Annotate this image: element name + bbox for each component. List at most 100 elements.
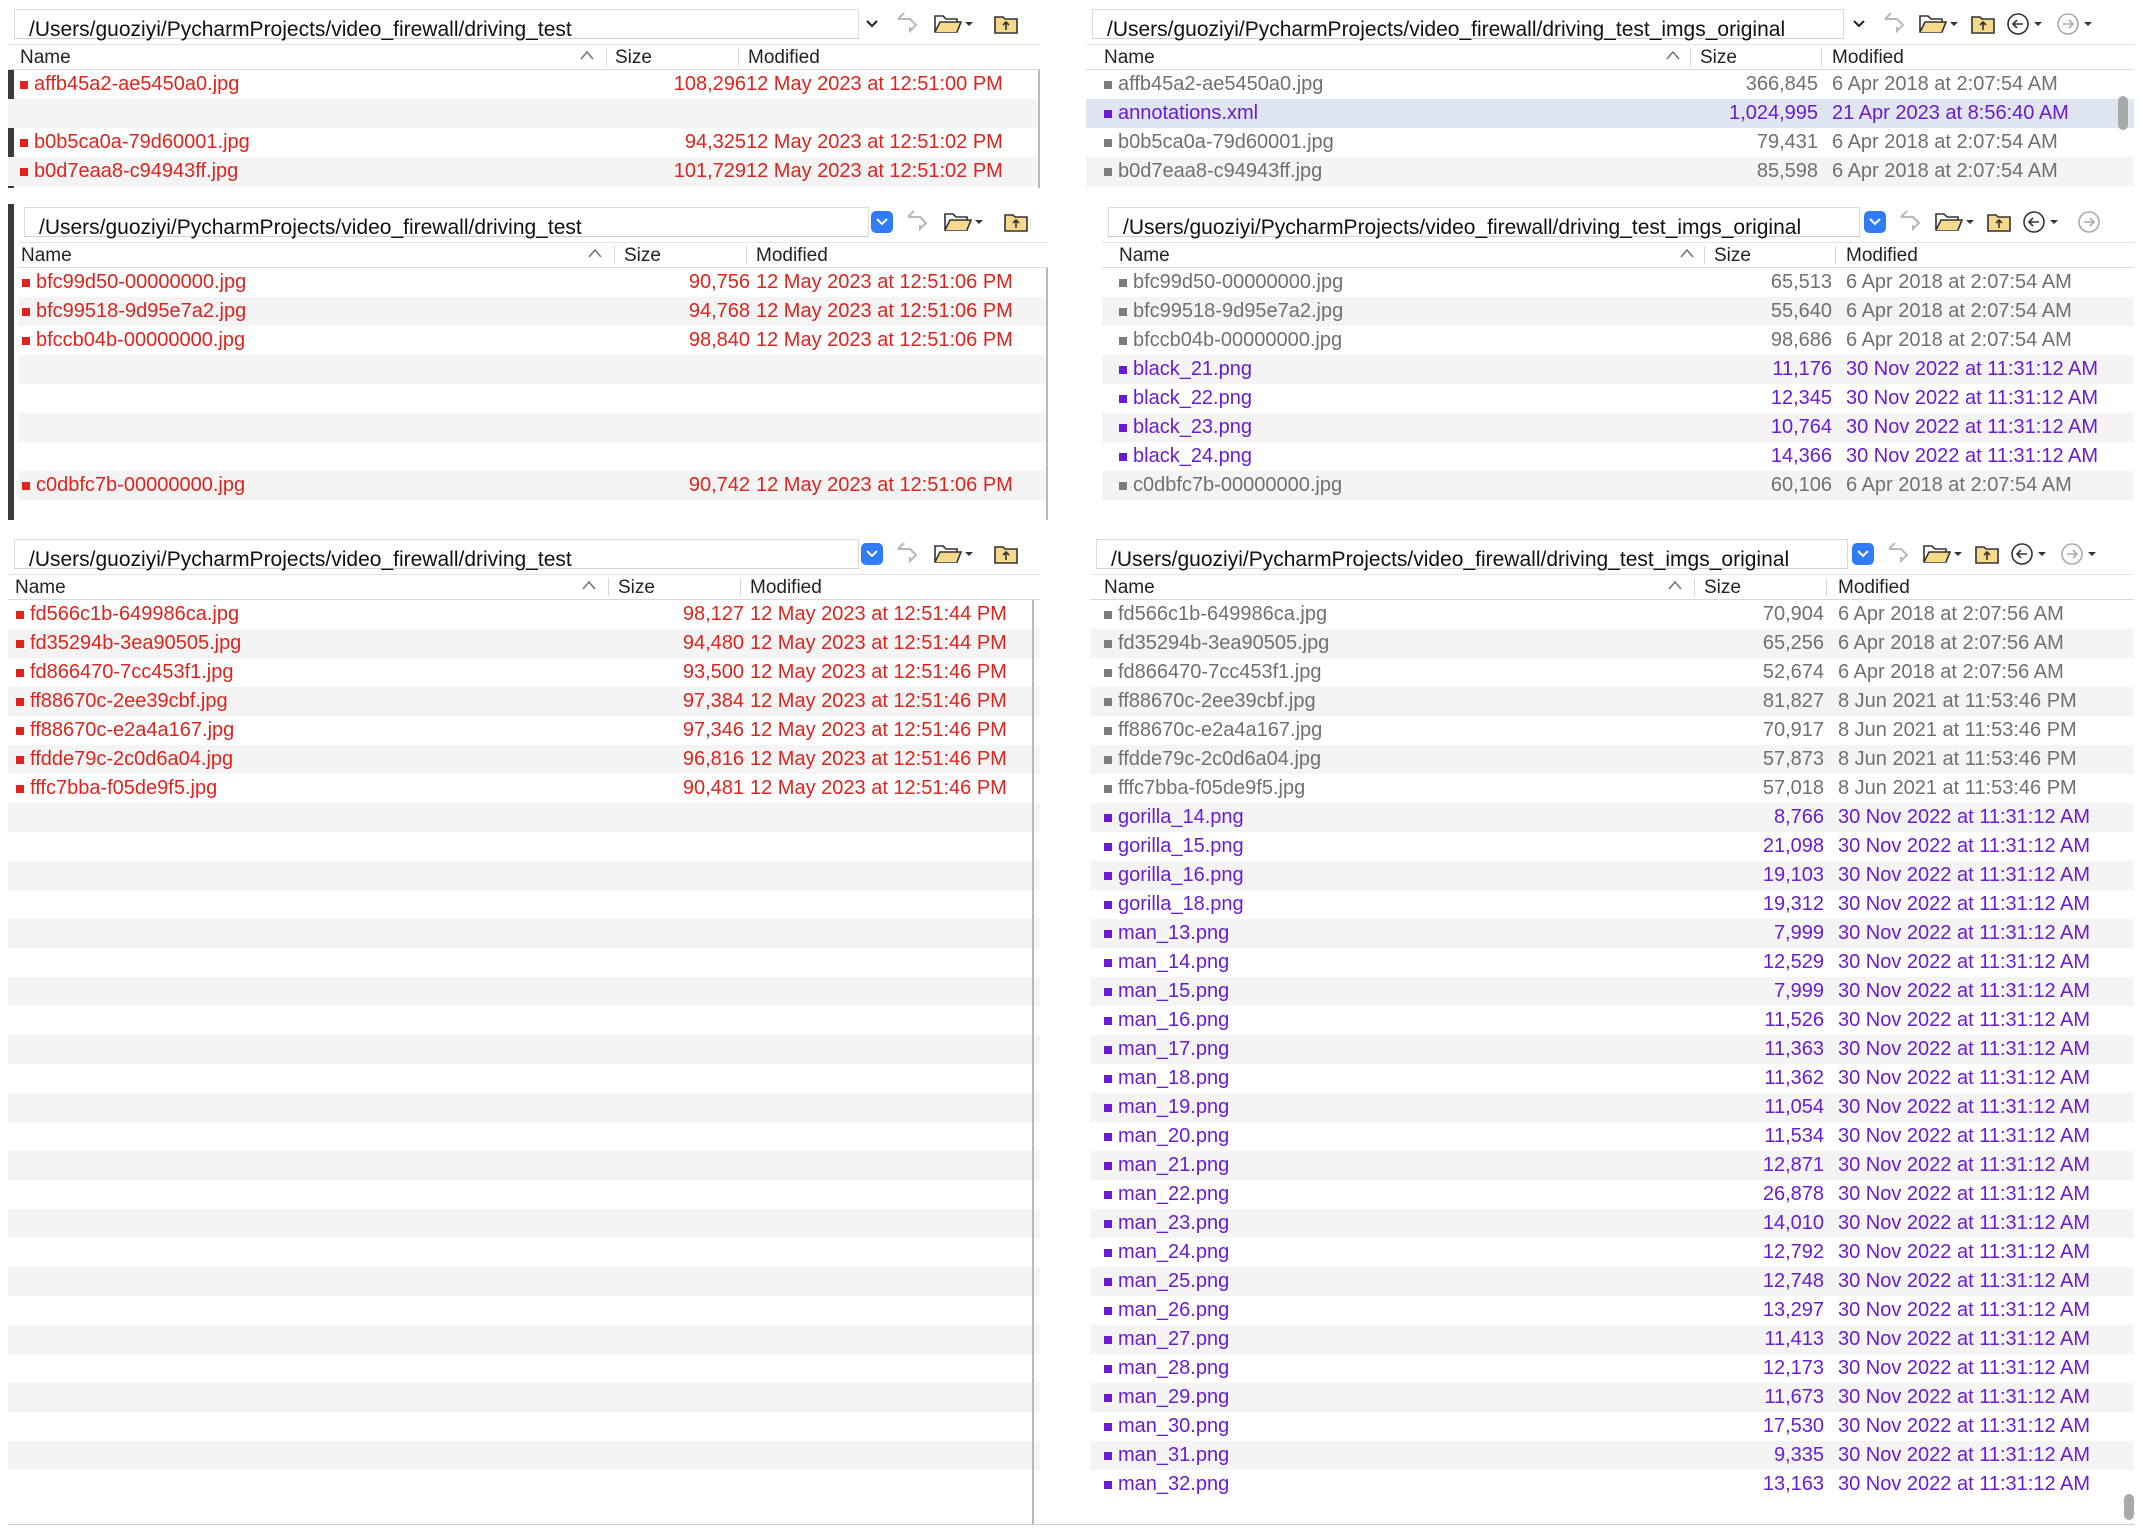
path-dropdown-button[interactable]	[861, 13, 883, 35]
file-row[interactable]: gorilla_18.png 19,312 30 Nov 2022 at 11:31…	[1090, 890, 2134, 919]
file-row[interactable]: bfc99518-9d95e7a2.jpg 94,768 12 May 2023 a…	[18, 297, 1048, 326]
column-name-header[interactable]: Name	[21, 245, 72, 267]
file-row[interactable]: black_22.png 12,345 30 Nov 2022 at 11:31:1…	[1102, 384, 2134, 413]
file-row[interactable]: black_21.png 11,176 30 Nov 2022 at 11:31:1…	[1102, 355, 2134, 384]
file-row[interactable]: fd35294b-3ea90505.jpg 94,480 12 May 2023 a…	[8, 629, 1040, 658]
file-row[interactable]: man_31.png 9,335 30 Nov 2022 at 11:31:12 A…	[1090, 1441, 2134, 1470]
file-row[interactable]: bfccb04b-00000000.jpg 98,840 12 May 2023 a…	[18, 326, 1048, 355]
path-dropdown-button[interactable]	[1864, 211, 1886, 233]
file-row[interactable]: fffc7bba-f05de9f5.jpg 57,018 8 Jun 2021 at…	[1090, 774, 2134, 803]
file-row[interactable]: fd866470-7cc453f1.jpg 52,674 6 Apr 2018 at…	[1090, 658, 2134, 687]
file-row[interactable]: ffdde79c-2c0d6a04.jpg 57,873 8 Jun 2021 at…	[1090, 745, 2134, 774]
column-size-header[interactable]: Size	[1700, 47, 1737, 69]
file-row[interactable]: man_24.png 12,792 30 Nov 2022 at 11:31:12 …	[1090, 1238, 2134, 1267]
file-row[interactable]: man_22.png 26,878 30 Nov 2022 at 11:31:12 …	[1090, 1180, 2134, 1209]
path-field[interactable]: /Users/guoziyi/PycharmProjects/video_fir…	[14, 539, 859, 571]
file-row[interactable]: man_14.png 12,529 30 Nov 2022 at 11:31:12 …	[1090, 948, 2134, 977]
column-name-header[interactable]: Name	[1104, 47, 1155, 69]
file-row[interactable]: man_19.png 11,054 30 Nov 2022 at 11:31:12 …	[1090, 1093, 2134, 1122]
open-folder-button[interactable]	[1918, 11, 1958, 37]
column-modified-header[interactable]: Modified	[748, 47, 820, 69]
column-name-header[interactable]: Name	[15, 577, 66, 599]
back-button[interactable]	[2022, 209, 2058, 235]
parent-folder-button[interactable]	[1974, 541, 2002, 567]
pane-divider[interactable]	[1038, 70, 1040, 188]
parent-folder-button[interactable]	[1970, 11, 1998, 37]
sync-arrow-button[interactable]	[1897, 209, 1925, 235]
file-row[interactable]: man_20.png 11,534 30 Nov 2022 at 11:31:12 …	[1090, 1122, 2134, 1151]
file-row[interactable]: black_23.png 10,764 30 Nov 2022 at 11:31:1…	[1102, 413, 2134, 442]
file-row[interactable]: ff88670c-e2a4a167.jpg 97,346 12 May 2023 a…	[8, 716, 1040, 745]
file-row[interactable]: bfc99d50-00000000.jpg 90,756 12 May 2023 a…	[18, 268, 1048, 297]
sync-arrow-button[interactable]	[1881, 11, 1909, 37]
file-row[interactable]: affb45a2-ae5450a0.jpg 366,845 6 Apr 2018 a…	[1086, 70, 2134, 99]
file-row[interactable]: fd566c1b-649986ca.jpg 98,127 12 May 2023 a…	[8, 600, 1040, 629]
column-size-header[interactable]: Size	[1704, 577, 1741, 599]
parent-folder-button[interactable]	[1003, 209, 1031, 235]
column-name-header[interactable]: Name	[1119, 245, 1170, 267]
file-row[interactable]: man_16.png 11,526 30 Nov 2022 at 11:31:12 …	[1090, 1006, 2134, 1035]
open-folder-button[interactable]	[933, 541, 973, 567]
column-modified-header[interactable]: Modified	[1846, 245, 1918, 267]
file-row[interactable]: b0b5ca0a-79d60001.jpg 79,431 6 Apr 2018 at…	[1086, 128, 2134, 157]
back-button[interactable]	[2006, 11, 2042, 37]
file-row[interactable]: gorilla_16.png 19,103 30 Nov 2022 at 11:31…	[1090, 861, 2134, 890]
column-size-header[interactable]: Size	[1714, 245, 1751, 267]
path-dropdown-button[interactable]	[871, 211, 893, 233]
parent-folder-button[interactable]	[1986, 209, 2014, 235]
file-row[interactable]: fd566c1b-649986ca.jpg 70,904 6 Apr 2018 at…	[1090, 600, 2134, 629]
file-row[interactable]: b0d7eaa8-c94943ff.jpg 101,729 12 May 2023 …	[8, 157, 1040, 186]
open-folder-button[interactable]	[1934, 209, 1974, 235]
scrollbar-thumb[interactable]	[2118, 96, 2128, 130]
file-row[interactable]: man_15.png 7,999 30 Nov 2022 at 11:31:12 A…	[1090, 977, 2134, 1006]
column-name-header[interactable]: Name	[20, 47, 71, 69]
open-folder-button[interactable]	[943, 209, 983, 235]
file-row[interactable]: black_24.png 14,366 30 Nov 2022 at 11:31:1…	[1102, 442, 2134, 471]
path-field[interactable]: /Users/guoziyi/PycharmProjects/video_fir…	[1108, 207, 1860, 239]
column-modified-header[interactable]: Modified	[1838, 577, 1910, 599]
file-row[interactable]: gorilla_15.png 21,098 30 Nov 2022 at 11:31…	[1090, 832, 2134, 861]
path-dropdown-button[interactable]	[1848, 13, 1870, 35]
file-row[interactable]: annotations.xml 1,024,995 21 Apr 2023 at 8…	[1086, 99, 2134, 128]
file-row[interactable]: man_27.png 11,413 30 Nov 2022 at 11:31:12 …	[1090, 1325, 2134, 1354]
file-row[interactable]: ffdde79c-2c0d6a04.jpg 96,816 12 May 2023 a…	[8, 745, 1040, 774]
file-row[interactable]: man_30.png 17,530 30 Nov 2022 at 11:31:12 …	[1090, 1412, 2134, 1441]
file-row[interactable]: man_26.png 13,297 30 Nov 2022 at 11:31:12 …	[1090, 1296, 2134, 1325]
file-row[interactable]: gorilla_14.png 8,766 30 Nov 2022 at 11:31:…	[1090, 803, 2134, 832]
open-folder-button[interactable]	[1922, 541, 1962, 567]
pane-divider[interactable]	[1032, 600, 1034, 1524]
column-modified-header[interactable]: Modified	[1832, 47, 1904, 69]
path-field[interactable]: /Users/guoziyi/PycharmProjects/video_fir…	[24, 207, 869, 239]
sync-arrow-button[interactable]	[1885, 541, 1913, 567]
file-row[interactable]: ff88670c-2ee39cbf.jpg 97,384 12 May 2023 a…	[8, 687, 1040, 716]
forward-button[interactable]	[2056, 11, 2092, 37]
column-size-header[interactable]: Size	[618, 577, 655, 599]
scrollbar-thumb[interactable]	[2124, 1494, 2134, 1520]
file-row[interactable]: bfc99518-9d95e7a2.jpg 55,640 6 Apr 2018 at…	[1102, 297, 2134, 326]
file-row[interactable]: man_23.png 14,010 30 Nov 2022 at 11:31:12 …	[1090, 1209, 2134, 1238]
path-field[interactable]: /Users/guoziyi/PycharmProjects/video_fir…	[1096, 539, 1848, 571]
file-row[interactable]: b0d7eaa8-c94943ff.jpg 85,598 6 Apr 2018 at…	[1086, 157, 2134, 186]
sync-arrow-button[interactable]	[894, 11, 922, 37]
path-dropdown-button[interactable]	[861, 543, 883, 565]
file-row[interactable]: bfccb04b-00000000.jpg 98,686 6 Apr 2018 at…	[1102, 326, 2134, 355]
column-modified-header[interactable]: Modified	[756, 245, 828, 267]
file-row[interactable]: man_28.png 12,173 30 Nov 2022 at 11:31:12 …	[1090, 1354, 2134, 1383]
file-row[interactable]: bfc99d50-00000000.jpg 65,513 6 Apr 2018 at…	[1102, 268, 2134, 297]
file-row[interactable]: man_18.png 11,362 30 Nov 2022 at 11:31:12 …	[1090, 1064, 2134, 1093]
forward-button[interactable]	[2077, 209, 2105, 235]
file-row[interactable]: c0dbfc7b-00000000.jpg 60,106 6 Apr 2018 at…	[1102, 471, 2134, 500]
file-row[interactable]: man_13.png 7,999 30 Nov 2022 at 11:31:12 A…	[1090, 919, 2134, 948]
file-row[interactable]: fd35294b-3ea90505.jpg 65,256 6 Apr 2018 at…	[1090, 629, 2134, 658]
file-row[interactable]: ff88670c-2ee39cbf.jpg 81,827 8 Jun 2021 at…	[1090, 687, 2134, 716]
file-row[interactable]: man_29.png 11,673 30 Nov 2022 at 11:31:12 …	[1090, 1383, 2134, 1412]
path-field[interactable]: /Users/guoziyi/PycharmProjects/video_fir…	[1092, 9, 1844, 41]
file-row[interactable]: man_21.png 12,871 30 Nov 2022 at 11:31:12 …	[1090, 1151, 2134, 1180]
forward-button[interactable]	[2060, 541, 2096, 567]
sync-arrow-button[interactable]	[904, 209, 932, 235]
file-row[interactable]: ff88670c-e2a4a167.jpg 70,917 8 Jun 2021 at…	[1090, 716, 2134, 745]
pane-divider[interactable]	[1046, 268, 1048, 520]
path-dropdown-button[interactable]	[1852, 543, 1874, 565]
file-row[interactable]: man_32.png 13,163 30 Nov 2022 at 11:31:12 …	[1090, 1470, 2134, 1499]
back-button[interactable]	[2010, 541, 2046, 567]
